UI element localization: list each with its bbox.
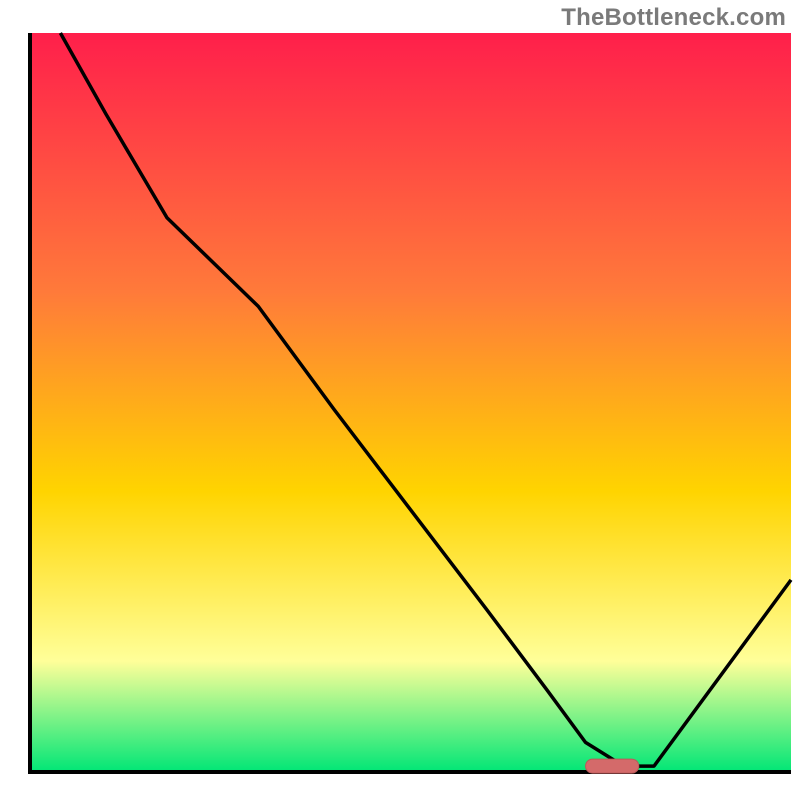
plot-background	[30, 33, 791, 772]
bottleneck-chart	[0, 0, 800, 800]
optimal-range-marker	[586, 759, 639, 773]
chart-container: TheBottleneck.com	[0, 0, 800, 800]
